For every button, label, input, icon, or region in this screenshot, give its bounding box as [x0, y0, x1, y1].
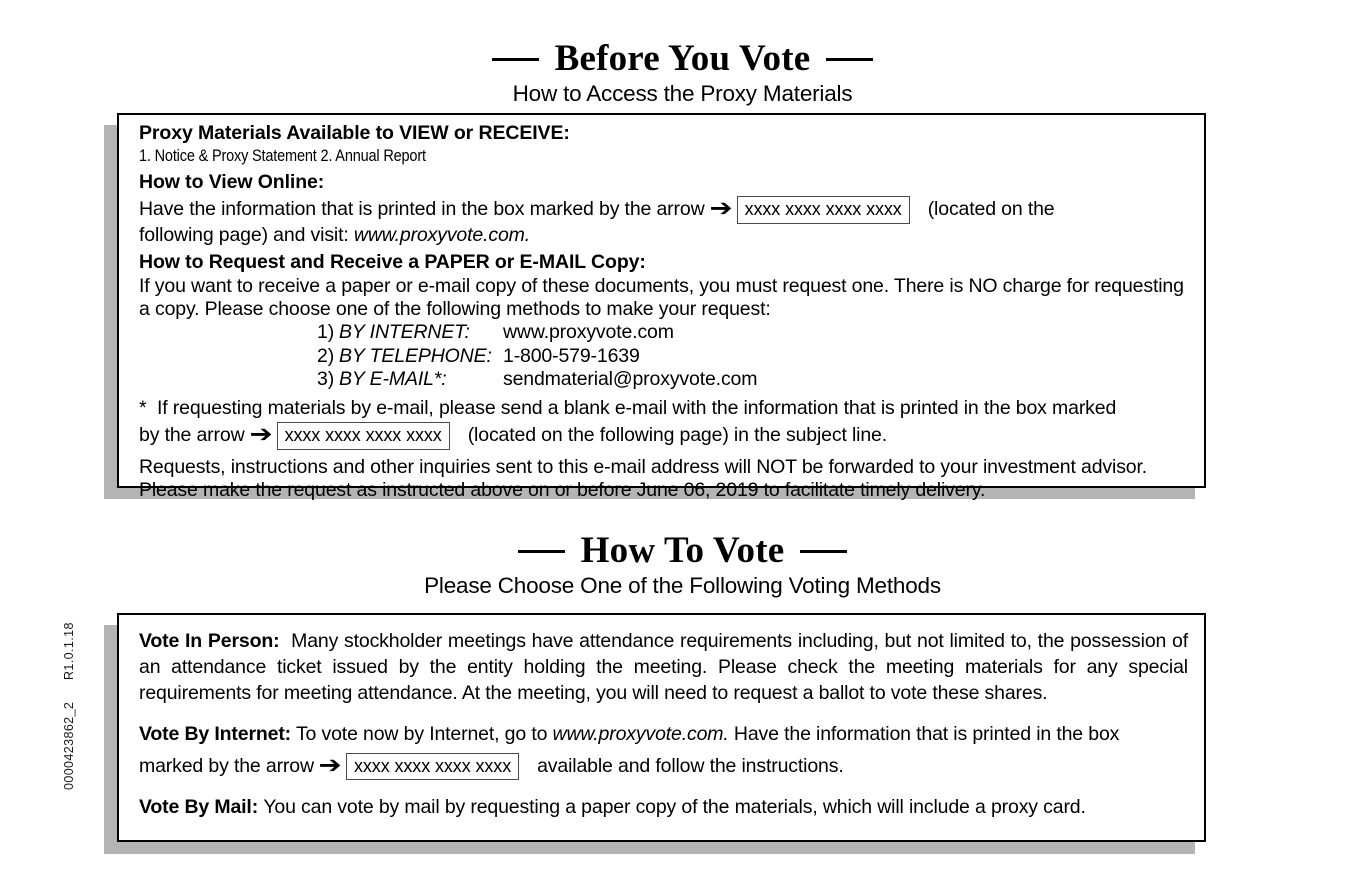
footnote-line2-before: by the arrow: [139, 424, 245, 447]
heading-line: Before You Vote: [0, 38, 1365, 79]
vote-by-internet-text-before: To vote now by Internet, go to: [295, 722, 553, 745]
proxy-materials-panel-wrap: Proxy Materials Available to VIEW or REC…: [104, 113, 1214, 501]
vote-by-internet-line2-before: marked by the arrow: [139, 754, 314, 777]
request-methods-list: 1) BY INTERNET: www.proxyvote.com 2) BY …: [139, 321, 1188, 391]
dash-right-decoration: [800, 549, 848, 553]
view-online-line1: Have the information that is printed in …: [139, 195, 1188, 224]
proxyvote-url-1: www.proxyvote.com.: [353, 223, 531, 246]
vote-by-internet-line2-after: available and follow the instructions.: [537, 754, 844, 777]
view-online-text-after: (located on the: [927, 198, 1055, 221]
vote-by-internet-line2: marked by the arrow ➔ xxxx xxxx xxxx xxx…: [139, 752, 1188, 781]
footnote-line1-text: If requesting materials by e-mail, pleas…: [157, 397, 1117, 420]
dash-left-decoration: [491, 57, 539, 61]
side-codes-strip: R1.0.1.18 0000423862_2: [0, 0, 80, 883]
section2-subtitle: Please Choose One of the Following Votin…: [424, 572, 941, 598]
method-1-value: www.proxyvote.com: [503, 321, 674, 344]
method-1-number: 1): [317, 321, 335, 344]
method-3-value: sendmaterial@proxyvote.com: [503, 367, 758, 390]
panel1-content: Proxy Materials Available to VIEW or REC…: [119, 115, 1204, 506]
closing-paragraph: Requests, instructions and other inquiri…: [139, 455, 1148, 501]
vote-in-person-block: Vote In Person: Many stockholder meeting…: [139, 629, 1188, 707]
vote-by-internet-label: Vote By Internet:: [139, 722, 292, 745]
arrow-right-icon: ➔: [248, 420, 273, 449]
how-to-vote-heading: How To Vote Please Choose One of the Fol…: [0, 530, 1365, 599]
before-you-vote-heading: Before You Vote How to Access the Proxy …: [0, 38, 1365, 107]
method-2-value: 1-800-579-1639: [503, 344, 640, 367]
footnote-line2-after: (located on the following page) in the s…: [467, 424, 888, 447]
dash-right-decoration: [826, 57, 874, 61]
panel2-content: Vote In Person: Many stockholder meeting…: [119, 615, 1204, 825]
vote-in-person-label: Vote In Person:: [139, 630, 280, 652]
method-1-label: BY INTERNET:: [339, 321, 470, 344]
section1-title: Before You Vote: [554, 38, 811, 79]
method-2-label: BY TELEPHONE:: [339, 344, 492, 367]
proxyvote-url-2: www.proxyvote.com.: [552, 722, 729, 745]
control-number-box-email: xxxx xxxx xxxx xxxx: [276, 422, 450, 450]
materials-available-heading: Proxy Materials Available to VIEW or REC…: [139, 122, 570, 144]
method-2-number: 2): [317, 344, 335, 367]
revision-code: R1.0.1.18: [62, 622, 76, 680]
arrow-right-icon: ➔: [708, 194, 733, 223]
materials-list: 1. Notice & Proxy Statement 2. Annual Re…: [139, 146, 426, 165]
voting-methods-panel: Vote In Person: Many stockholder meeting…: [117, 613, 1206, 842]
view-online-text-before: Have the information that is printed in …: [139, 198, 705, 221]
method-3-label: BY E-MAIL*:: [339, 367, 447, 390]
control-number-box-view: xxxx xxxx xxxx xxxx: [736, 196, 910, 224]
proxy-materials-panel: Proxy Materials Available to VIEW or REC…: [117, 113, 1206, 501]
vote-by-mail-block: Vote By Mail: You can vote by mail by re…: [139, 795, 1188, 821]
view-online-line2-plain: following page) and visit:: [139, 223, 354, 246]
method-3-number: 3): [317, 367, 335, 390]
control-number-box-internet: xxxx xxxx xxxx xxxx: [346, 752, 520, 781]
job-number-code: 0000423862_2: [62, 701, 76, 790]
arrow-right-icon: ➔: [318, 750, 342, 779]
method-1-label-col: 1) BY INTERNET:: [317, 321, 503, 344]
section1-subtitle: How to Access the Proxy Materials: [512, 80, 853, 106]
footnote-line1: * If requesting materials by e-mail, ple…: [139, 397, 1188, 420]
heading-line: How To Vote: [0, 530, 1365, 571]
vote-by-internet-text-after: Have the information that is printed in …: [728, 722, 1120, 745]
vote-by-mail-label: Vote By Mail:: [139, 796, 259, 819]
method-3-label-col: 3) BY E-MAIL*:: [317, 368, 503, 391]
how-to-request-heading: How to Request and Receive a PAPER or E-…: [139, 250, 646, 273]
vote-in-person-text: Many stockholder meetings have attendanc…: [139, 630, 1189, 704]
list-item: 2) BY TELEPHONE: 1-800-579-1639: [139, 345, 1188, 368]
footnote-line2: by the arrow ➔ xxxx xxxx xxxx xxxx (loca…: [139, 421, 1188, 450]
how-to-view-online-heading: How to View Online:: [139, 171, 325, 194]
section2-title: How To Vote: [580, 530, 785, 571]
footnote-asterisk: *: [139, 397, 147, 420]
vote-by-mail-text: You can vote by mail by requesting a pap…: [263, 796, 1086, 819]
method-2-label-col: 2) BY TELEPHONE:: [317, 345, 503, 368]
vote-by-internet-line1: Vote By Internet: To vote now by Interne…: [139, 722, 1188, 748]
list-item: 3) BY E-MAIL*: sendmaterial@proxyvote.co…: [139, 368, 1188, 391]
voting-methods-panel-wrap: Vote In Person: Many stockholder meeting…: [104, 613, 1214, 854]
dash-left-decoration: [517, 549, 565, 553]
view-online-line2: following page) and visit: www.proxyvote…: [139, 224, 1188, 247]
request-paragraph: If you want to receive a paper or e-mail…: [139, 274, 1184, 320]
list-item: 1) BY INTERNET: www.proxyvote.com: [139, 321, 1188, 344]
